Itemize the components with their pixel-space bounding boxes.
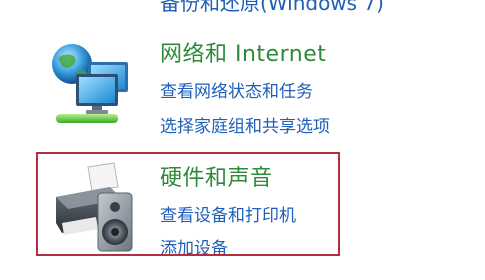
- add-device-link[interactable]: 添加设备: [160, 234, 228, 259]
- network-icon[interactable]: [48, 38, 138, 128]
- backup-restore-link[interactable]: 备份和还原(Windows 7): [160, 0, 384, 16]
- category-network-internet: 网络和 Internet 查看网络状态和任务 选择家庭组和共享选项: [0, 30, 485, 145]
- homegroup-sharing-link[interactable]: 选择家庭组和共享选项: [160, 112, 330, 137]
- view-network-status-link[interactable]: 查看网络状态和任务: [160, 77, 313, 102]
- view-devices-printers-link[interactable]: 查看设备和打印机: [160, 201, 296, 226]
- control-panel-view: 备份和还原(Windows 7) 网络和 Internet 查看网络状态和任务 …: [0, 0, 485, 280]
- printer-icon[interactable]: [48, 157, 144, 257]
- network-internet-title[interactable]: 网络和 Internet: [160, 36, 326, 68]
- category-hardware-sound: 硬件和声音 查看设备和打印机 添加设备: [0, 145, 485, 270]
- hardware-sound-title[interactable]: 硬件和声音: [160, 160, 273, 192]
